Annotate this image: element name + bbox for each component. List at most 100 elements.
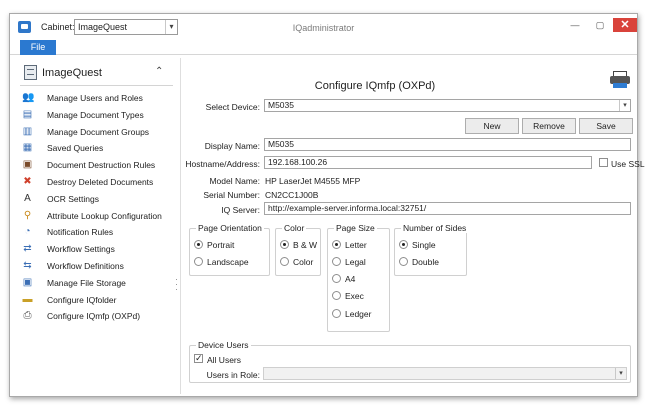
sidebar-item-attribute-lookup[interactable]: ⚲ Attribute Lookup Configuration [20, 208, 173, 225]
sidebar-item-label: Attribute Lookup Configuration [47, 210, 162, 221]
splitter-handle[interactable]: · · · [175, 275, 178, 295]
sidebar-item-users-roles[interactable]: 👥 Manage Users and Roles [20, 90, 173, 107]
letter-radio[interactable] [332, 240, 341, 249]
destruction-rules-icon: ▣ [22, 159, 33, 171]
use-ssl-checkbox[interactable] [599, 158, 608, 167]
sidebar-item-file-storage[interactable]: ▣ Manage File Storage [20, 275, 173, 292]
sidebar-item-label: Configure IQmfp (OXPd) [47, 311, 141, 322]
sidebar-item-label: Manage Document Groups [47, 126, 150, 137]
collapse-icon[interactable]: ⌃ [155, 66, 163, 77]
single-label: Single [412, 240, 436, 250]
select-device-dropdown[interactable]: M5035 ▾ [264, 99, 631, 112]
new-button[interactable]: New [465, 118, 519, 134]
sidebar-item-label: Document Destruction Rules [47, 160, 156, 171]
display-name-field[interactable]: M5035 [264, 138, 631, 151]
double-label: Double [412, 257, 439, 267]
hostname-field[interactable]: 192.168.100.26 [264, 156, 592, 169]
page-title: Configure IQmfp (OXPd) [314, 80, 436, 92]
page-orientation-title: Page Orientation [196, 223, 264, 233]
sidebar-item-label: Notification Rules [47, 227, 114, 238]
portrait-label: Portrait [207, 240, 235, 250]
device-users-group: Device Users All Users Users in Role: ▾ [189, 340, 631, 383]
chevron-down-icon[interactable]: ▾ [619, 100, 630, 111]
number-of-sides-group: Number of Sides Single Double [394, 223, 469, 276]
a4-radio[interactable] [332, 274, 341, 283]
document-type-icon: ▤ [22, 108, 33, 120]
all-users-checkbox[interactable] [194, 353, 203, 364]
minimize-button[interactable]: — [563, 19, 587, 33]
app-window: Cabinet: ImageQuest ▾ IQadministrator — … [9, 13, 645, 397]
color-label: Color [293, 257, 314, 267]
menu-bar: File [10, 40, 637, 55]
close-button[interactable]: ✕ [613, 18, 637, 32]
sidebar-list: 👥 Manage Users and Roles ▤ Manage Docume… [20, 90, 173, 325]
users-in-role-dropdown[interactable]: ▾ [263, 367, 627, 380]
sidebar-item-saved-queries[interactable]: ▦ Saved Queries [20, 140, 173, 157]
main-panel: Configure IQmfp (OXPd) Select Device: M5… [181, 55, 645, 397]
iqmfp-icon: ⎙ [23, 310, 32, 322]
sidebar-item-destroy-deleted[interactable]: ✖ Destroy Deleted Documents [20, 174, 173, 191]
page-size-group: Page Size Letter Legal A4 Exec Ledger [327, 223, 390, 332]
landscape-label: Landscape [207, 257, 249, 267]
serial-number-value: CN2CC1J00B [265, 190, 319, 200]
letter-label: Letter [345, 240, 367, 250]
workflow-definitions-icon: ⇆ [23, 259, 32, 271]
portrait-radio[interactable] [194, 240, 203, 249]
sidebar-item-label: Workflow Settings [47, 244, 115, 255]
sidebar-item-ocr-settings[interactable]: A OCR Settings [20, 191, 173, 208]
ledger-radio[interactable] [332, 309, 341, 318]
storage-icon: ▣ [22, 276, 33, 288]
select-device-value: M5035 [268, 100, 294, 110]
sidebar-item-label: Destroy Deleted Documents [47, 176, 154, 187]
page-size-title: Page Size [334, 223, 377, 233]
bw-label: B & W [293, 240, 318, 250]
document-group-icon: ▥ [22, 125, 33, 137]
ocr-icon: A [24, 192, 31, 204]
page-orientation-group: Page Orientation Portrait Landscape [189, 223, 270, 276]
users-in-role-label: Users in Role: [206, 370, 260, 380]
saved-query-icon: ▦ [22, 142, 33, 154]
iqfolder-icon: ▬ [22, 293, 33, 305]
use-ssl-label: Use SSL [611, 159, 645, 169]
printer-icon [610, 71, 632, 89]
landscape-radio[interactable] [194, 257, 203, 266]
save-button[interactable]: Save [579, 118, 633, 134]
sidebar: ImageQuest ⌃ 👥 Manage Users and Roles ▤ … [20, 58, 173, 394]
iq-server-field[interactable]: http://example-server.informa.local:3275… [264, 202, 631, 215]
maximize-button[interactable]: ▢ [588, 19, 612, 33]
destroy-icon: ✖ [23, 175, 32, 187]
sidebar-item-configure-iqmfp[interactable]: ⎙ Configure IQmfp (OXPd) [20, 308, 173, 325]
legal-label: Legal [345, 257, 366, 267]
sidebar-header: ImageQuest ⌃ [20, 58, 173, 86]
exec-radio[interactable] [332, 291, 341, 300]
sidebar-item-workflow-definitions[interactable]: ⇆ Workflow Definitions [20, 258, 173, 275]
sidebar-item-destruction-rules[interactable]: ▣ Document Destruction Rules [20, 157, 173, 174]
sidebar-title: ImageQuest [42, 67, 102, 79]
sidebar-item-document-types[interactable]: ▤ Manage Document Types [20, 107, 173, 124]
notification-icon: ◔ [24, 226, 31, 238]
exec-label: Exec [345, 291, 364, 301]
iq-server-label: IQ Server: [221, 205, 260, 215]
file-menu-tab[interactable]: File [20, 40, 56, 55]
bw-radio[interactable] [280, 240, 289, 249]
number-of-sides-title: Number of Sides [401, 223, 469, 233]
display-name-label: Display Name: [204, 141, 260, 151]
single-radio[interactable] [399, 240, 408, 249]
double-radio[interactable] [399, 257, 408, 266]
hostname-label: Hostname/Address: [185, 159, 260, 169]
cabinet-icon [24, 65, 37, 80]
remove-button[interactable]: Remove [522, 118, 576, 134]
legal-radio[interactable] [332, 257, 341, 266]
sidebar-item-notification-rules[interactable]: ◔ Notification Rules [20, 224, 173, 241]
chevron-down-icon[interactable]: ▾ [615, 368, 626, 379]
color-title: Color [282, 223, 307, 233]
sidebar-item-label: Saved Queries [47, 143, 104, 154]
workflow-settings-icon: ⇄ [23, 243, 32, 255]
users-icon: 👥 [22, 92, 35, 103]
sidebar-item-workflow-settings[interactable]: ⇄ Workflow Settings [20, 241, 173, 258]
sidebar-item-label: OCR Settings [47, 193, 99, 204]
color-radio[interactable] [280, 257, 289, 266]
sidebar-item-document-groups[interactable]: ▥ Manage Document Groups [20, 124, 173, 141]
ledger-label: Ledger [345, 309, 372, 319]
sidebar-item-configure-iqfolder[interactable]: ▬ Configure IQfolder [20, 292, 173, 309]
